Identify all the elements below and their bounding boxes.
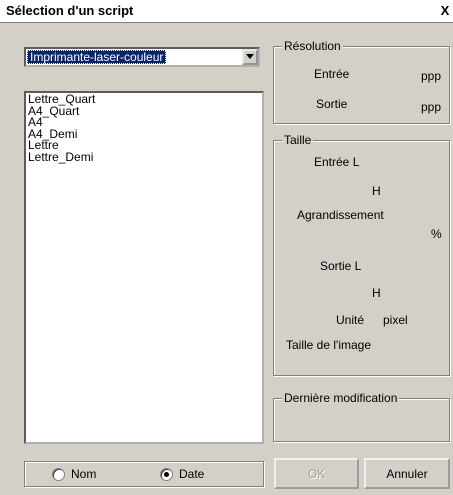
resolution-entree-label: Entrée (314, 67, 350, 81)
ok-button[interactable]: OK (274, 458, 359, 489)
taille-group: Taille Entrée L H Agrandissement % Sorti… (273, 133, 450, 376)
resolution-group: Résolution Entrée ppp Sortie ppp (273, 39, 450, 124)
taille-agrandissement-label: Agrandissement (297, 208, 384, 222)
list-item[interactable]: A4_Quart (28, 105, 260, 118)
sort-radio-group: Nom Date (24, 461, 264, 487)
list-item[interactable]: A4_Demi (28, 128, 260, 141)
taille-entree-l-label: Entrée L (314, 155, 360, 169)
dropdown-arrow-button[interactable] (242, 49, 258, 65)
radio-label-nom: Nom (71, 467, 97, 481)
taille-group-title: Taille (282, 133, 314, 147)
taille-h2-label: H (372, 286, 381, 300)
title-bar: Sélection d'un script X (0, 0, 453, 23)
radio-label-date: Date (179, 467, 205, 481)
derniere-modification-title: Dernière modification (282, 391, 400, 405)
resolution-sortie-label: Sortie (316, 97, 348, 111)
taille-unite-value: pixel (383, 313, 408, 327)
radio-selected-icon (160, 467, 173, 481)
sort-radio-nom[interactable]: Nom (52, 467, 96, 481)
script-dropdown[interactable]: Imprimante-laser-couleur (24, 47, 260, 67)
chevron-down-icon (246, 54, 254, 59)
window-title: Sélection d'un script (6, 3, 134, 18)
close-button[interactable]: X (437, 3, 453, 18)
resolution-sortie-unit: ppp (421, 100, 442, 114)
derniere-modification-group: Dernière modification (273, 391, 450, 442)
taille-pct-label: % (431, 227, 442, 241)
taille-h1-label: H (372, 184, 381, 198)
taille-sortie-l-label: Sortie L (320, 259, 362, 273)
resolution-entree-unit: ppp (421, 69, 442, 83)
list-item[interactable]: Lettre_Demi (28, 151, 260, 164)
script-listbox[interactable]: Lettre_Quart A4_Quart A4 A4_Demi Lettre … (24, 91, 264, 444)
radio-unselected-icon (52, 467, 65, 481)
script-dropdown-value: Imprimante-laser-couleur (27, 50, 167, 64)
taille-image-label: Taille de l'image (286, 338, 372, 352)
sort-radio-date[interactable]: Date (160, 467, 204, 481)
resolution-group-title: Résolution (282, 39, 343, 53)
taille-unite-label: Unité (336, 313, 365, 327)
annuler-button[interactable]: Annuler (364, 458, 450, 489)
